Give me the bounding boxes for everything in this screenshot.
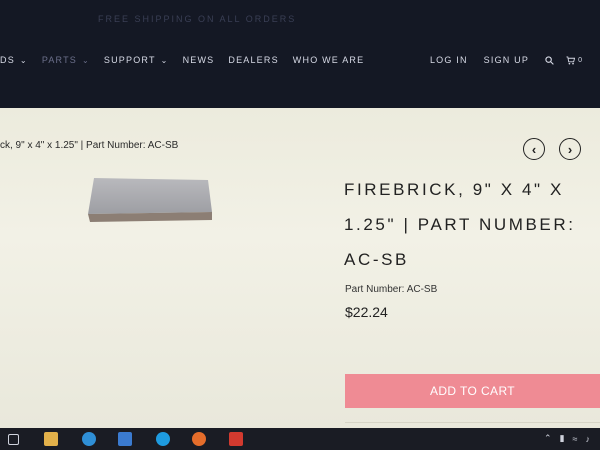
nav-item-label: SUPPORT	[103, 55, 156, 65]
account-nav: LOG IN SIGN UP 0	[414, 55, 582, 65]
mail-icon[interactable]	[118, 432, 132, 446]
volume-icon[interactable]: ♪	[586, 434, 591, 444]
login-link[interactable]: LOG IN	[430, 55, 468, 65]
nav-item-dealers[interactable]: DEALERS	[228, 55, 278, 65]
nav-item-products[interactable]: DS ⌄	[0, 55, 28, 65]
signup-link[interactable]: SIGN UP	[484, 55, 529, 65]
nav-item-label: WHO WE ARE	[292, 55, 365, 65]
nav-item-label: NEWS	[182, 55, 215, 65]
cart-count: 0	[578, 56, 582, 64]
nav-item-news[interactable]: NEWS	[183, 55, 215, 65]
search-icon[interactable]	[545, 55, 554, 65]
chevron-left-icon: ‹	[531, 141, 537, 157]
cart-button[interactable]: 0	[566, 55, 582, 65]
divider	[345, 422, 600, 423]
product-price: $22.24	[345, 304, 388, 320]
chevron-down-icon: ⌄	[19, 55, 28, 65]
product-page: ck, 9" x 4" x 1.25" | Part Number: AC-SB…	[0, 108, 600, 428]
nav-item-support[interactable]: SUPPORT ⌄	[104, 55, 169, 65]
os-taskbar: ⌃ ▮ ≈ ♪	[0, 428, 600, 450]
chevron-down-icon: ⌄	[160, 55, 169, 65]
acrobat-icon[interactable]	[229, 432, 243, 446]
wifi-icon[interactable]: ≈	[573, 434, 578, 444]
chevron-up-icon[interactable]: ⌃	[544, 433, 552, 444]
chevron-right-icon: ›	[567, 141, 573, 157]
promo-banner: FREE SHIPPING ON ALL ORDERS	[98, 14, 297, 24]
product-image[interactable]	[88, 178, 214, 222]
nav-item-parts[interactable]: PARTS ⌄	[42, 55, 90, 65]
main-nav: DS ⌄ PARTS ⌄ SUPPORT ⌄ NEWS DEALERS WHO …	[0, 52, 378, 68]
site-header: FREE SHIPPING ON ALL ORDERS DS ⌄ PARTS ⌄…	[0, 0, 600, 108]
firefox-icon[interactable]	[192, 432, 206, 446]
add-to-cart-button[interactable]: ADD TO CART	[345, 374, 600, 408]
file-explorer-icon[interactable]	[44, 432, 58, 446]
nav-item-label: DEALERS	[228, 55, 279, 65]
chevron-down-icon: ⌄	[82, 55, 90, 65]
product-title: FIREBRICK, 9" X 4" X 1.25" | PART NUMBER…	[344, 180, 576, 269]
task-view-icon[interactable]	[8, 434, 19, 445]
nav-item-label: PARTS	[41, 55, 77, 65]
nav-item-who-we-are[interactable]: WHO WE ARE	[293, 55, 365, 65]
previous-product-button[interactable]: ‹	[523, 138, 545, 160]
cart-icon	[566, 55, 576, 64]
system-tray: ⌃ ▮ ≈ ♪	[544, 433, 590, 444]
edge-browser-icon[interactable]	[82, 432, 96, 446]
next-product-button[interactable]: ›	[559, 138, 581, 160]
part-number: Part Number: AC-SB	[345, 284, 438, 295]
nav-item-label: DS	[0, 55, 15, 65]
breadcrumb: ck, 9" x 4" x 1.25" | Part Number: AC-SB	[0, 140, 179, 151]
internet-explorer-icon[interactable]	[156, 432, 170, 446]
battery-icon[interactable]: ▮	[560, 433, 565, 444]
